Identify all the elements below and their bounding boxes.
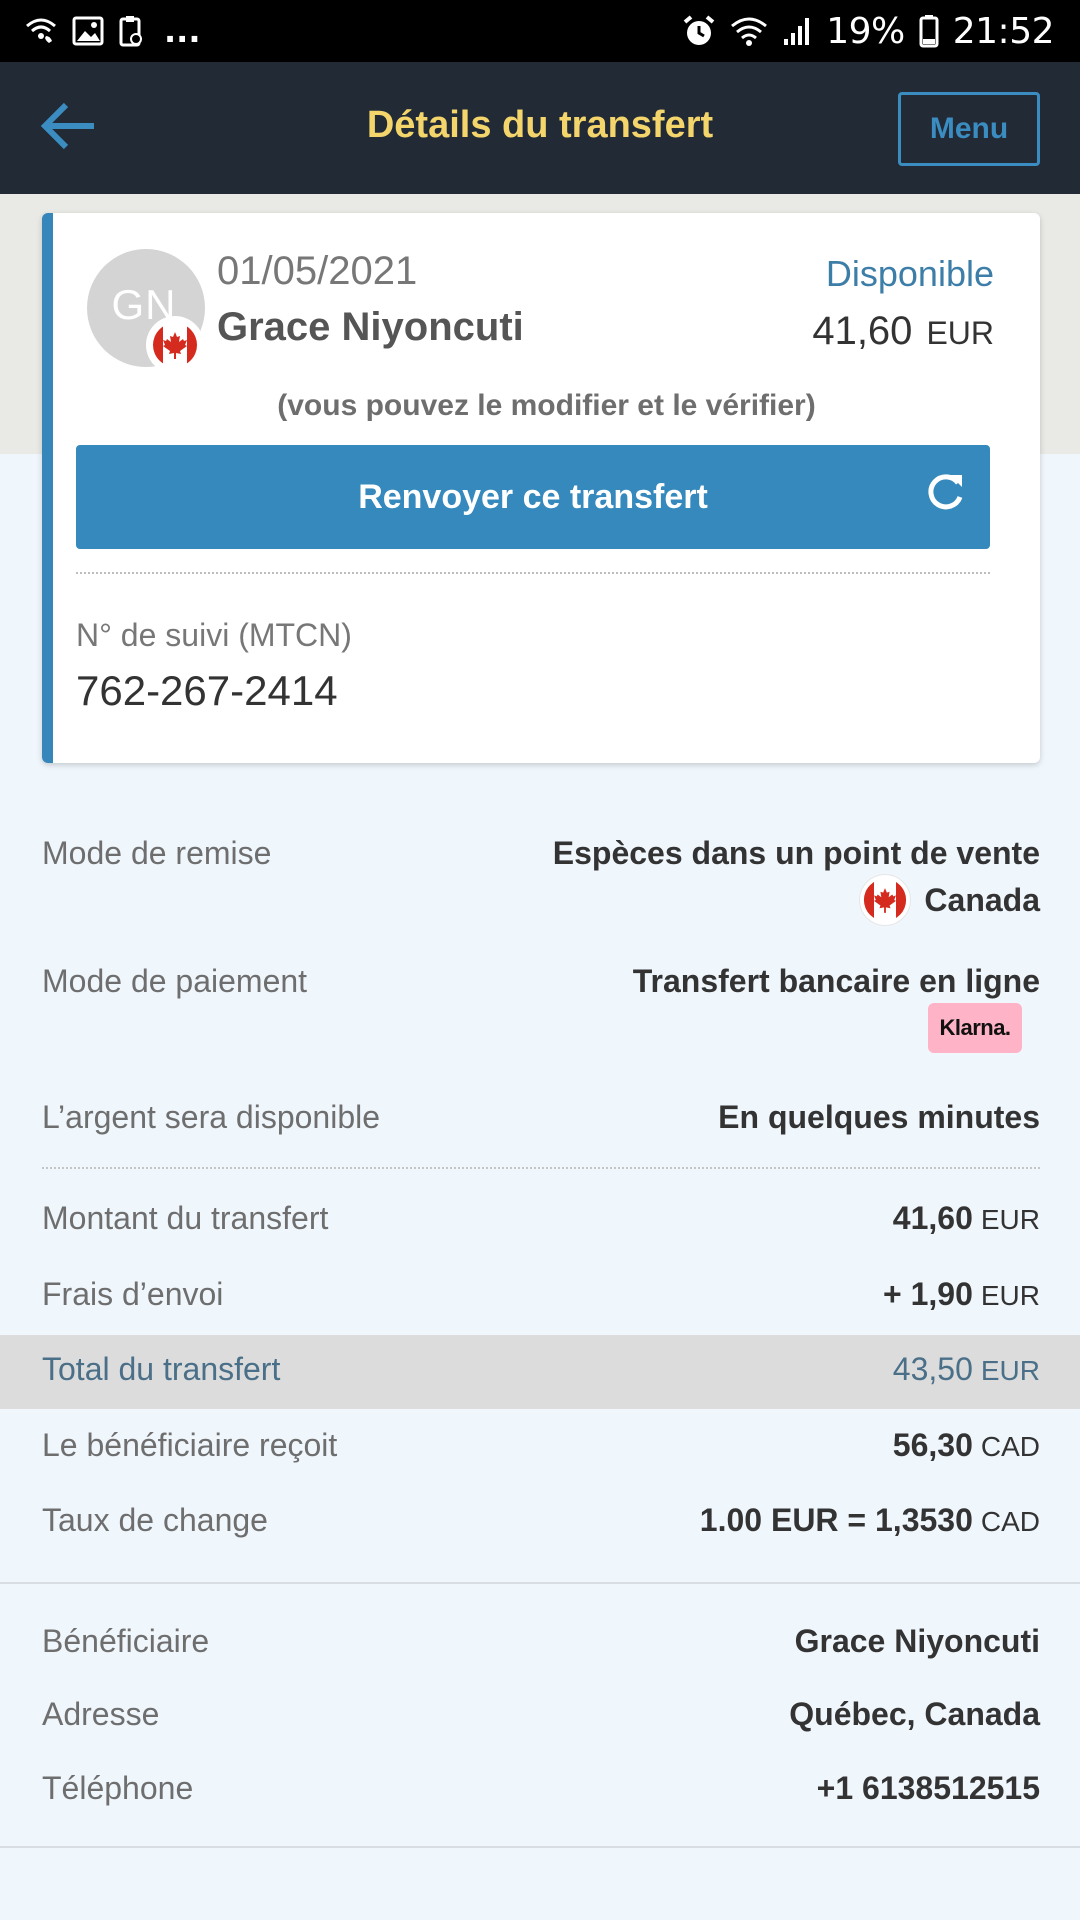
more-notifications: ... — [164, 12, 201, 50]
resend-label: Renvoyer ce transfert — [358, 477, 708, 516]
transfer-amount-number: 41,60 — [892, 1200, 973, 1236]
mtcn-value: 762-267-2414 — [76, 667, 338, 714]
canada-flag-icon — [146, 316, 204, 374]
total-number: 43,50 — [892, 1351, 973, 1387]
exchange-rate-number: 1.00 EUR = 1,3530 — [699, 1502, 973, 1538]
total-label: Total du transfert — [42, 1351, 281, 1387]
transfer-amount-value: 41,60 EUR — [893, 1200, 1040, 1237]
transfer-date: 01/05/2021 — [217, 249, 418, 293]
alarm-icon — [682, 14, 716, 48]
delivery-mode-label: Mode de remise — [42, 835, 272, 871]
status-bar-left: ... — [24, 12, 200, 50]
mtcn-label: N° de suivi (MTCN) — [76, 617, 352, 653]
receiver-name: Grace Niyoncuti — [217, 305, 524, 349]
delivery-country-label: Canada — [924, 881, 1040, 918]
details-divider — [42, 1167, 1040, 1169]
section-divider — [0, 1582, 1080, 1584]
received-number: 56,30 — [892, 1427, 973, 1463]
transfer-card: GN 01/05/2021 Grace Niyoncuti Disponible… — [42, 213, 1040, 763]
address-value: Québec, Canada — [789, 1696, 1040, 1732]
received-label: Le bénéficiaire reçoit — [42, 1427, 338, 1463]
status-bar: ... 19% 21:52 — [0, 0, 1080, 62]
resend-transfer-button[interactable]: Renvoyer ce transfert — [76, 445, 990, 549]
fees-value: + 1,90 EUR — [883, 1276, 1040, 1313]
avatar: GN — [87, 249, 205, 374]
fees-currency: EUR — [980, 1280, 1040, 1311]
clipboard-icon — [118, 15, 144, 47]
battery-percent: 19% — [826, 10, 905, 52]
payment-mode-value: Transfert bancaire en ligne — [632, 963, 1040, 999]
received-value: 56,30 CAD — [893, 1427, 1040, 1464]
transfer-amount-label: Montant du transfert — [42, 1200, 329, 1236]
edit-note: (vous pouvez le modifier et le vérifier) — [277, 389, 816, 422]
transfer-amount: 41,60 EUR — [812, 309, 994, 354]
payment-mode-label: Mode de paiement — [42, 963, 308, 999]
beneficiary-value: Grace Niyoncuti — [794, 1623, 1040, 1659]
menu-button[interactable]: Menu — [898, 92, 1040, 166]
clock: 21:52 — [952, 10, 1055, 52]
klarna-logo: Klarna. — [928, 1003, 1022, 1053]
image-icon — [72, 16, 104, 46]
signal-icon — [782, 15, 812, 47]
transfer-amount-currency: EUR — [980, 1204, 1040, 1235]
refresh-icon — [922, 469, 968, 520]
total-currency: EUR — [980, 1355, 1040, 1386]
app-bar: Détails du transfert Menu — [0, 62, 1080, 194]
phone-value: +1 6138512515 — [816, 1770, 1040, 1806]
battery-icon — [919, 14, 939, 48]
delivery-mode-value: Espèces dans un point de vente — [552, 835, 1040, 871]
canada-flag-icon — [860, 875, 911, 925]
status-badge: Disponible — [825, 253, 994, 294]
exchange-rate-label: Taux de change — [42, 1502, 268, 1538]
availability-value: En quelques minutes — [718, 1099, 1040, 1135]
beneficiary-label: Bénéficiaire — [42, 1623, 210, 1659]
exchange-rate-currency: CAD — [980, 1506, 1040, 1537]
amount-currency: EUR — [926, 315, 994, 351]
availability-label: L’argent sera disponible — [42, 1099, 381, 1135]
delivery-country: Canada — [860, 875, 1040, 925]
fees-number: + 1,90 — [883, 1276, 973, 1312]
received-currency: CAD — [980, 1431, 1040, 1462]
exchange-rate-value: 1.00 EUR = 1,3530 CAD — [700, 1502, 1040, 1539]
bottom-divider — [0, 1846, 1080, 1848]
amount-value: 41,60 — [812, 309, 913, 353]
wifi-icon — [730, 15, 768, 47]
address-label: Adresse — [42, 1696, 160, 1732]
card-divider — [76, 572, 990, 574]
wifi-calling-icon — [24, 16, 58, 46]
fees-label: Frais d’envoi — [42, 1276, 224, 1312]
total-value: 43,50 EUR — [893, 1351, 1040, 1388]
phone-label: Téléphone — [42, 1770, 194, 1806]
status-bar-right: 19% 21:52 — [682, 10, 1055, 52]
